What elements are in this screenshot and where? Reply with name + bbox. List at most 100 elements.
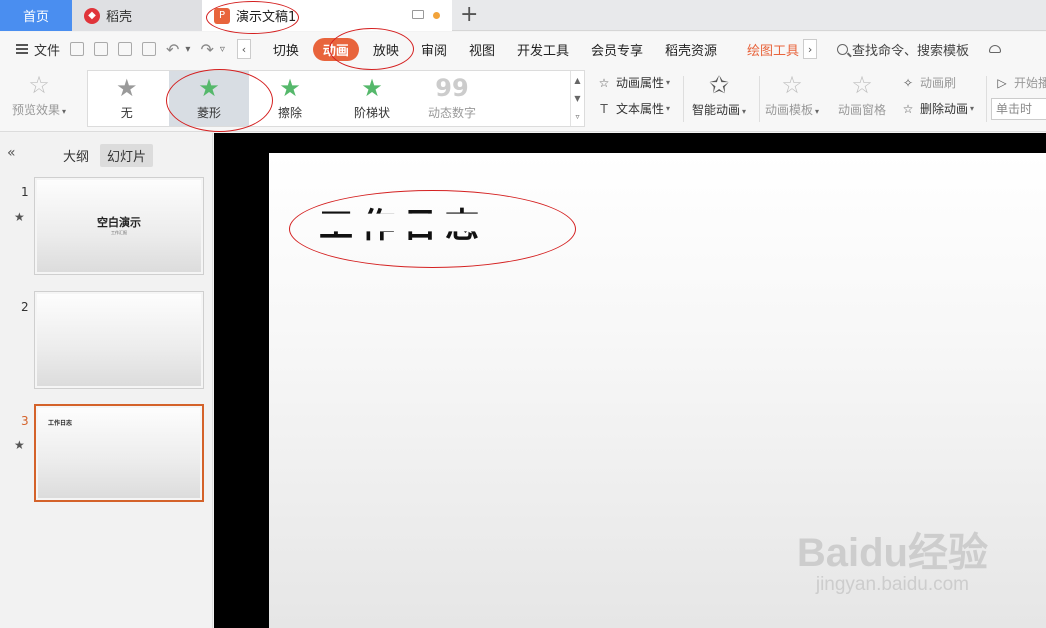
gallery-down-icon[interactable]: ▼: [574, 94, 580, 103]
menu-resources[interactable]: 稻壳资源: [665, 40, 717, 59]
redo-icon[interactable]: ↷: [200, 40, 213, 59]
tab-document[interactable]: P 演示文稿1: [202, 0, 452, 31]
scroll-right-icon[interactable]: ›: [803, 39, 818, 59]
text-properties-label: 文本属性: [616, 102, 665, 116]
smart-animation-button[interactable]: ✩ 智能动画 ▾: [692, 72, 746, 118]
unsaved-dot-icon: [433, 12, 440, 19]
tab-outline[interactable]: 大纲: [56, 144, 96, 167]
undo-dropdown-icon[interactable]: ▾: [185, 44, 190, 55]
new-tab-plus-icon[interactable]: +: [460, 2, 478, 27]
tab-daoke[interactable]: ◆ 稻壳: [72, 0, 202, 31]
baidu-watermark: Baidu经验 jingyan.baidu.com: [797, 520, 988, 596]
menu-developer[interactable]: 开发工具: [517, 40, 569, 59]
slide-number: 1: [21, 185, 29, 199]
animation-pane-button[interactable]: ☆ 动画窗格: [838, 72, 886, 118]
text-properties-button[interactable]: T 文本属性 ▾: [596, 100, 670, 117]
slide-title-text[interactable]: 工作日志: [319, 198, 487, 247]
animation-template-button[interactable]: ☆ 动画模板 ▾: [765, 72, 819, 118]
command-search-label: 查找命令、搜索模板: [852, 43, 970, 59]
animation-pane-label: 动画窗格: [838, 103, 887, 117]
gallery-expand-icon[interactable]: ▿: [575, 112, 579, 121]
menu-transition[interactable]: 切换: [273, 40, 299, 59]
export-icon[interactable]: [94, 42, 109, 56]
animation-stairs[interactable]: ★ 阶梯状: [354, 75, 390, 121]
tab-bar: 首页 ◆ 稻壳 P 演示文稿1 +: [0, 0, 1046, 31]
undo-icon[interactable]: ↶: [166, 40, 179, 59]
file-menu-label: 文件: [34, 43, 61, 59]
start-timing-select[interactable]: 单击时: [991, 98, 1046, 120]
tab-slides[interactable]: 幻灯片: [100, 144, 154, 167]
menu-slideshow[interactable]: 放映: [373, 40, 399, 59]
menu-animation[interactable]: 动画: [312, 37, 359, 61]
animation-diamond[interactable]: ★ 菱形: [197, 75, 221, 121]
thumbnail-subtitle: 工作汇报: [111, 230, 127, 235]
animation-diamond-label: 菱形: [197, 106, 222, 120]
animation-properties-label: 动画属性: [616, 76, 665, 90]
cloud-icon[interactable]: [989, 45, 1002, 53]
thumbnail-title: 工作日志: [48, 420, 73, 427]
animation-none-label: 无: [120, 106, 133, 120]
command-search[interactable]: 查找命令、搜索模板: [837, 40, 969, 59]
animation-properties-button[interactable]: ☆ 动画属性 ▾: [596, 74, 670, 91]
animation-pane-icon: ☆: [851, 71, 873, 99]
none-star-icon: ★: [116, 74, 138, 102]
tab-home[interactable]: 首页: [0, 0, 72, 31]
slide-animation-star-icon: ★: [14, 210, 25, 224]
start-play-button[interactable]: ▷ 开始播: [994, 74, 1046, 91]
file-menu-button[interactable]: 文件: [16, 40, 60, 59]
slide-number: 2: [21, 300, 29, 314]
slide-thumbnail-background: 工作日志: [38, 408, 200, 498]
smart-animation-icon: ✩: [708, 71, 730, 99]
animation-brush-button[interactable]: ✧ 动画刷: [900, 74, 956, 91]
save-icon[interactable]: [70, 42, 85, 56]
diamond-star-icon: ★: [198, 74, 220, 102]
print-preview-icon[interactable]: [142, 42, 157, 56]
ribbon-separator: [986, 76, 987, 122]
menu-view[interactable]: 视图: [469, 40, 495, 59]
watermark-url: jingyan.baidu.com: [815, 574, 970, 595]
gallery-scroll[interactable]: ▲ ▼ ▿: [570, 71, 584, 126]
daoke-logo-icon: ◆: [84, 7, 100, 24]
animation-template-icon: ☆: [781, 71, 803, 99]
gallery-up-icon[interactable]: ▲: [574, 76, 580, 85]
delete-animation-label: 删除动画: [920, 102, 969, 116]
slide-animation-star-icon: ★: [14, 438, 25, 452]
customize-quick-access-icon[interactable]: ▿: [220, 44, 225, 55]
slide-thumbnail-3[interactable]: 工作日志: [34, 404, 204, 502]
animation-dynamic-number[interactable]: 99 动态数字: [428, 75, 476, 121]
menu-review[interactable]: 审阅: [421, 40, 447, 59]
tab-home-label: 首页: [22, 10, 49, 25]
play-icon: ▷: [997, 75, 1007, 90]
delete-animation-icon: ☆: [902, 101, 914, 116]
slide-thumbnail-2[interactable]: [34, 291, 204, 389]
animation-brush-label: 动画刷: [920, 76, 957, 90]
menu-member[interactable]: 会员专享: [591, 40, 643, 59]
animation-stairs-label: 阶梯状: [354, 106, 391, 120]
animation-wipe-label: 擦除: [278, 106, 303, 120]
ribbon-separator: [683, 76, 684, 122]
scroll-left-icon[interactable]: ‹: [236, 39, 251, 59]
print-icon[interactable]: [118, 42, 133, 56]
delete-animation-button[interactable]: ☆ 删除动画 ▾: [900, 100, 974, 117]
dynamic-number-icon: 99: [435, 74, 469, 102]
animation-wipe[interactable]: ★ 擦除: [278, 75, 302, 121]
start-timing-value: 单击时: [996, 102, 1033, 116]
thumbnail-title: 空白演示: [97, 216, 141, 229]
animation-none[interactable]: ★ 无: [116, 75, 138, 121]
preview-effect-button[interactable]: ☆ 预览效果 ▾: [12, 72, 66, 118]
ribbon-separator: [759, 76, 760, 122]
watermark-main: Baidu经验: [796, 531, 988, 575]
menu-drawing-tools[interactable]: 绘图工具: [747, 40, 799, 59]
hamburger-icon: [16, 44, 28, 54]
monitor-icon[interactable]: [412, 10, 424, 19]
menu-bar: 文件 ↶ ▾ ↷ ▿ ‹ 切换 动画 放映 审阅 视图 开发工具 会员专享 稻壳…: [0, 32, 1046, 66]
animation-dynamic-number-label: 动态数字: [428, 106, 477, 120]
animation-brush-icon: ✧: [902, 75, 914, 90]
preview-effect-label: 预览效果: [12, 103, 61, 117]
tab-daoke-label: 稻壳: [106, 10, 133, 25]
smart-animation-label: 智能动画: [692, 103, 741, 117]
slide-thumbnail-1[interactable]: 空白演示 工作汇报: [34, 177, 204, 275]
collapse-panel-icon[interactable]: «: [7, 145, 16, 161]
start-play-label: 开始播: [1014, 76, 1046, 90]
animation-properties-icon: ☆: [598, 75, 610, 90]
